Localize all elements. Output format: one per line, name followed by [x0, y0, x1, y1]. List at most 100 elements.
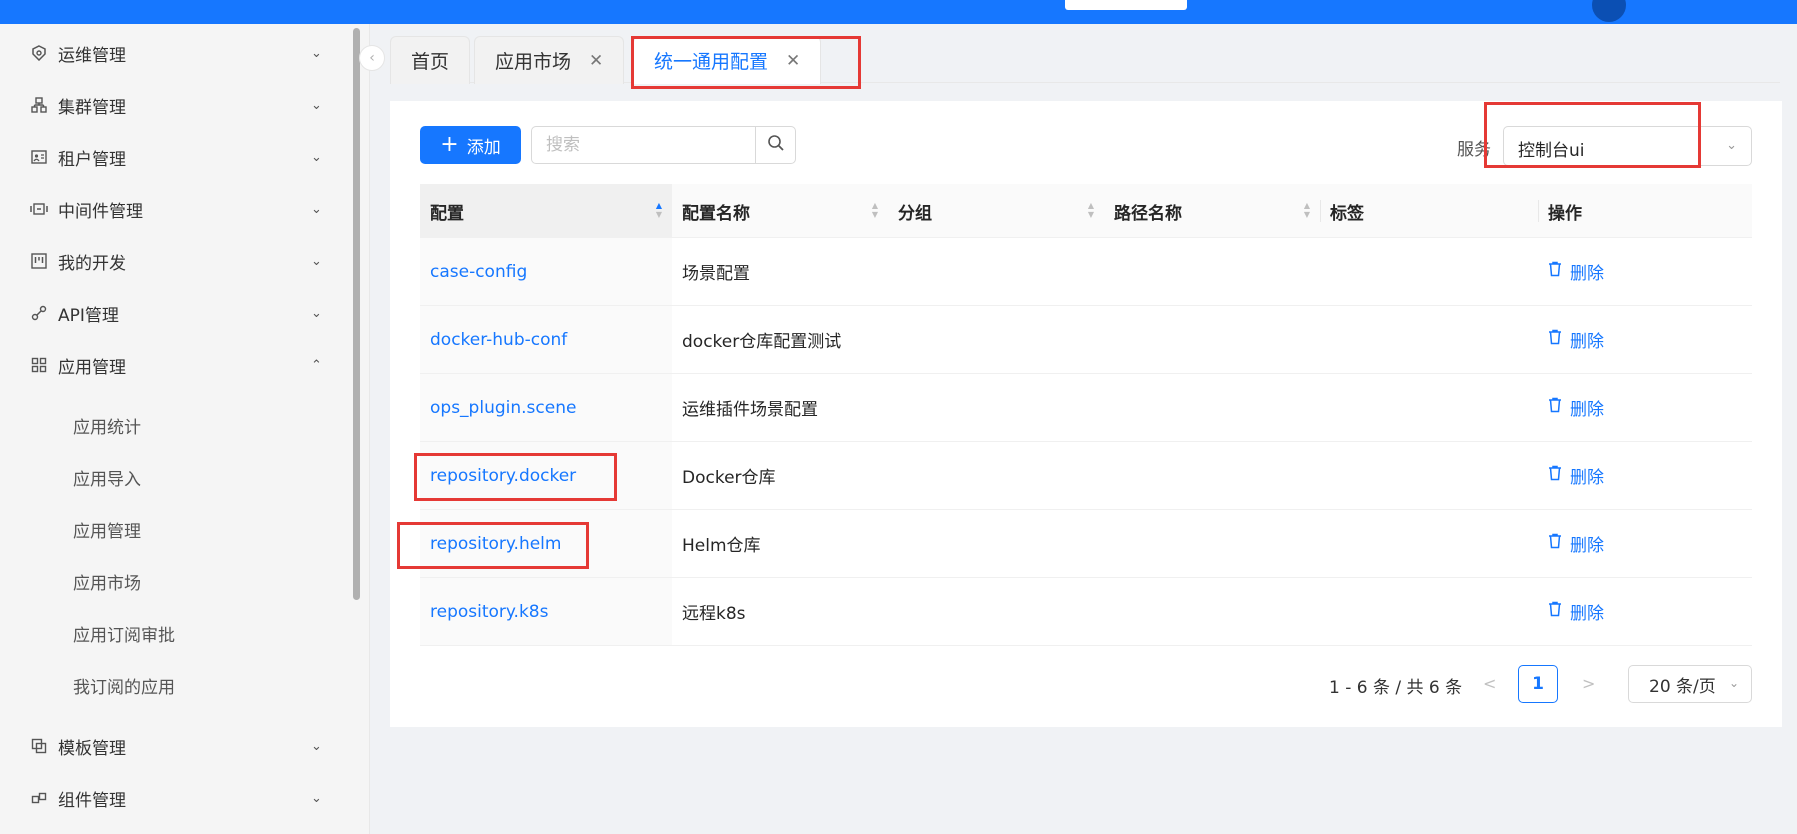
delete-button[interactable]: 删除 — [1548, 510, 1604, 577]
service-select[interactable]: 控制台ui ⌄ — [1503, 126, 1752, 166]
service-select-value: 控制台ui — [1518, 141, 1585, 161]
delete-button[interactable]: 删除 — [1548, 306, 1604, 373]
close-icon[interactable]: ✕ — [589, 51, 603, 71]
config-name-cell: 场景配置 — [682, 264, 750, 284]
column-header-config-name[interactable]: 配置名称 ▲ ▼ — [672, 184, 888, 238]
chevron-down-icon: ⌄ — [1726, 138, 1737, 153]
dev-icon — [30, 252, 48, 270]
sort-icon[interactable]: ▲ ▼ — [1304, 201, 1310, 219]
sidebar-subitem-subscription-review[interactable]: 应用订阅审批 — [0, 608, 352, 658]
page-size-select[interactable]: 20 条/页 ⌄ — [1628, 665, 1752, 703]
sidebar-item-template[interactable]: 模板管理 ⌄ — [0, 720, 352, 772]
header-search-box[interactable] — [1065, 0, 1187, 10]
chevron-up-icon: ⌃ — [311, 357, 322, 373]
tab-unified-config[interactable]: 统一通用配置 ✕ — [633, 36, 822, 84]
sidebar-item-label: 我的开发 — [58, 253, 126, 274]
ops-icon — [30, 44, 48, 62]
delete-button[interactable]: 删除 — [1548, 578, 1604, 645]
delete-label: 删除 — [1570, 604, 1604, 624]
sidebar-subitem-label: 应用管理 — [73, 521, 141, 542]
delete-button[interactable]: 删除 — [1548, 238, 1604, 305]
config-key-link[interactable]: repository.helm — [430, 510, 561, 577]
chevron-down-icon: ⌄ — [311, 305, 322, 321]
trash-icon — [1548, 533, 1562, 554]
sidebar-item-middleware[interactable]: 中间件管理 ⌄ — [0, 183, 352, 235]
sidebar-subitem-my-subscriptions[interactable]: 我订阅的应用 — [0, 660, 352, 710]
config-key-link[interactable]: repository.k8s — [430, 578, 548, 645]
sidebar-subitem-label: 应用导入 — [73, 469, 141, 490]
table-row: repository.docker Docker仓库 删除 — [420, 442, 1752, 510]
pagination-page-1[interactable]: 1 — [1518, 665, 1558, 703]
search-button[interactable] — [755, 127, 795, 163]
sort-icon[interactable]: ▲ ▼ — [872, 201, 878, 219]
sidebar-item-label: 中间件管理 — [58, 201, 143, 222]
column-header-path-name[interactable]: 路径名称 ▲ ▼ — [1104, 184, 1320, 238]
chevron-down-icon: ⌄ — [311, 45, 322, 61]
sidebar-item-label: 租户管理 — [58, 149, 126, 170]
column-header-label: 分组 — [898, 203, 932, 224]
config-name-cell: Helm仓库 — [682, 536, 761, 556]
sidebar-scrollbar-thumb[interactable] — [353, 28, 360, 600]
config-key-link[interactable]: docker-hub-conf — [430, 306, 567, 373]
sidebar-item-app-management[interactable]: 应用管理 ⌃ — [0, 339, 352, 391]
column-header-label: 操作 — [1548, 203, 1582, 224]
sidebar-subitem-app-market[interactable]: 应用市场 — [0, 556, 352, 606]
sidebar-subitem-app-stats[interactable]: 应用统计 — [0, 400, 352, 450]
middleware-icon — [30, 200, 48, 218]
tab-label: 应用市场 — [495, 51, 572, 73]
sidebar-item-tenant[interactable]: 租户管理 ⌄ — [0, 131, 352, 183]
tab-label: 统一通用配置 — [654, 51, 769, 73]
sidebar-item-dev[interactable]: 我的开发 ⌄ — [0, 235, 352, 287]
sidebar-collapse-button[interactable]: ‹ — [359, 45, 385, 71]
table-row: repository.helm Helm仓库 删除 — [420, 510, 1752, 578]
trash-icon — [1548, 601, 1562, 622]
add-button-label: 添加 — [466, 137, 501, 158]
table-row: ops_plugin.scene 运维插件场景配置 删除 — [420, 374, 1752, 442]
table-header: 配置 ▲ ▼ 配置名称 ▲ ▼ 分组 ▲ ▼ 路径名称 ▲ ▼ 标签 操作 — [420, 184, 1752, 238]
top-header — [0, 0, 1797, 24]
pagination-next-icon[interactable]: > — [1582, 674, 1595, 693]
column-header-group[interactable]: 分组 ▲ ▼ — [888, 184, 1104, 238]
search-icon — [767, 134, 785, 157]
config-name-cell: Docker仓库 — [682, 468, 776, 488]
config-key-link[interactable]: ops_plugin.scene — [430, 374, 576, 441]
sidebar-subitem-label: 应用统计 — [73, 417, 141, 438]
table-row: docker-hub-conf docker仓库配置测试 删除 — [420, 306, 1752, 374]
sidebar-item-ops[interactable]: 运维管理 ⌄ — [0, 27, 352, 79]
tab-app-market[interactable]: 应用市场 ✕ — [474, 36, 625, 84]
table-row: repository.k8s 远程k8s 删除 — [420, 578, 1752, 646]
sidebar-item-label: API管理 — [58, 305, 119, 326]
column-header-config[interactable]: 配置 ▲ ▼ — [420, 184, 672, 238]
config-key-link[interactable]: repository.docker — [430, 442, 576, 509]
config-name-cell: 远程k8s — [682, 604, 746, 624]
config-key-link[interactable]: case-config — [430, 238, 527, 305]
chevron-left-icon: ‹ — [369, 50, 375, 66]
search-input[interactable] — [532, 127, 757, 163]
sort-icon[interactable]: ▲ ▼ — [1088, 201, 1094, 219]
chevron-down-icon: ⌄ — [311, 149, 322, 165]
close-icon[interactable]: ✕ — [786, 51, 800, 71]
tab-home[interactable]: 首页 — [390, 36, 471, 84]
add-button[interactable]: + 添加 — [420, 126, 521, 164]
avatar[interactable] — [1592, 0, 1626, 22]
sidebar-subitem-app-import[interactable]: 应用导入 — [0, 452, 352, 502]
sort-icon[interactable]: ▲ ▼ — [656, 201, 662, 219]
pagination-prev-icon[interactable]: < — [1483, 674, 1496, 693]
search-field — [531, 126, 796, 164]
delete-button[interactable]: 删除 — [1548, 442, 1604, 509]
column-header-action: 操作 — [1538, 184, 1752, 238]
trash-icon — [1548, 329, 1562, 350]
app-grid-icon — [30, 356, 48, 374]
sidebar-item-label: 组件管理 — [58, 790, 126, 811]
sidebar-subitem-app-manage[interactable]: 应用管理 — [0, 504, 352, 554]
chevron-down-icon: ⌄ — [311, 97, 322, 113]
sidebar-item-api[interactable]: API管理 ⌄ — [0, 287, 352, 339]
sidebar-item-label: 运维管理 — [58, 45, 126, 66]
trash-icon — [1548, 465, 1562, 486]
chevron-down-icon: ⌄ — [311, 253, 322, 269]
sidebar-item-cluster[interactable]: 集群管理 ⌄ — [0, 79, 352, 131]
sidebar-item-component[interactable]: 组件管理 ⌄ — [0, 772, 352, 824]
delete-button[interactable]: 删除 — [1548, 374, 1604, 441]
trash-icon — [1548, 397, 1562, 418]
template-icon — [30, 737, 48, 755]
